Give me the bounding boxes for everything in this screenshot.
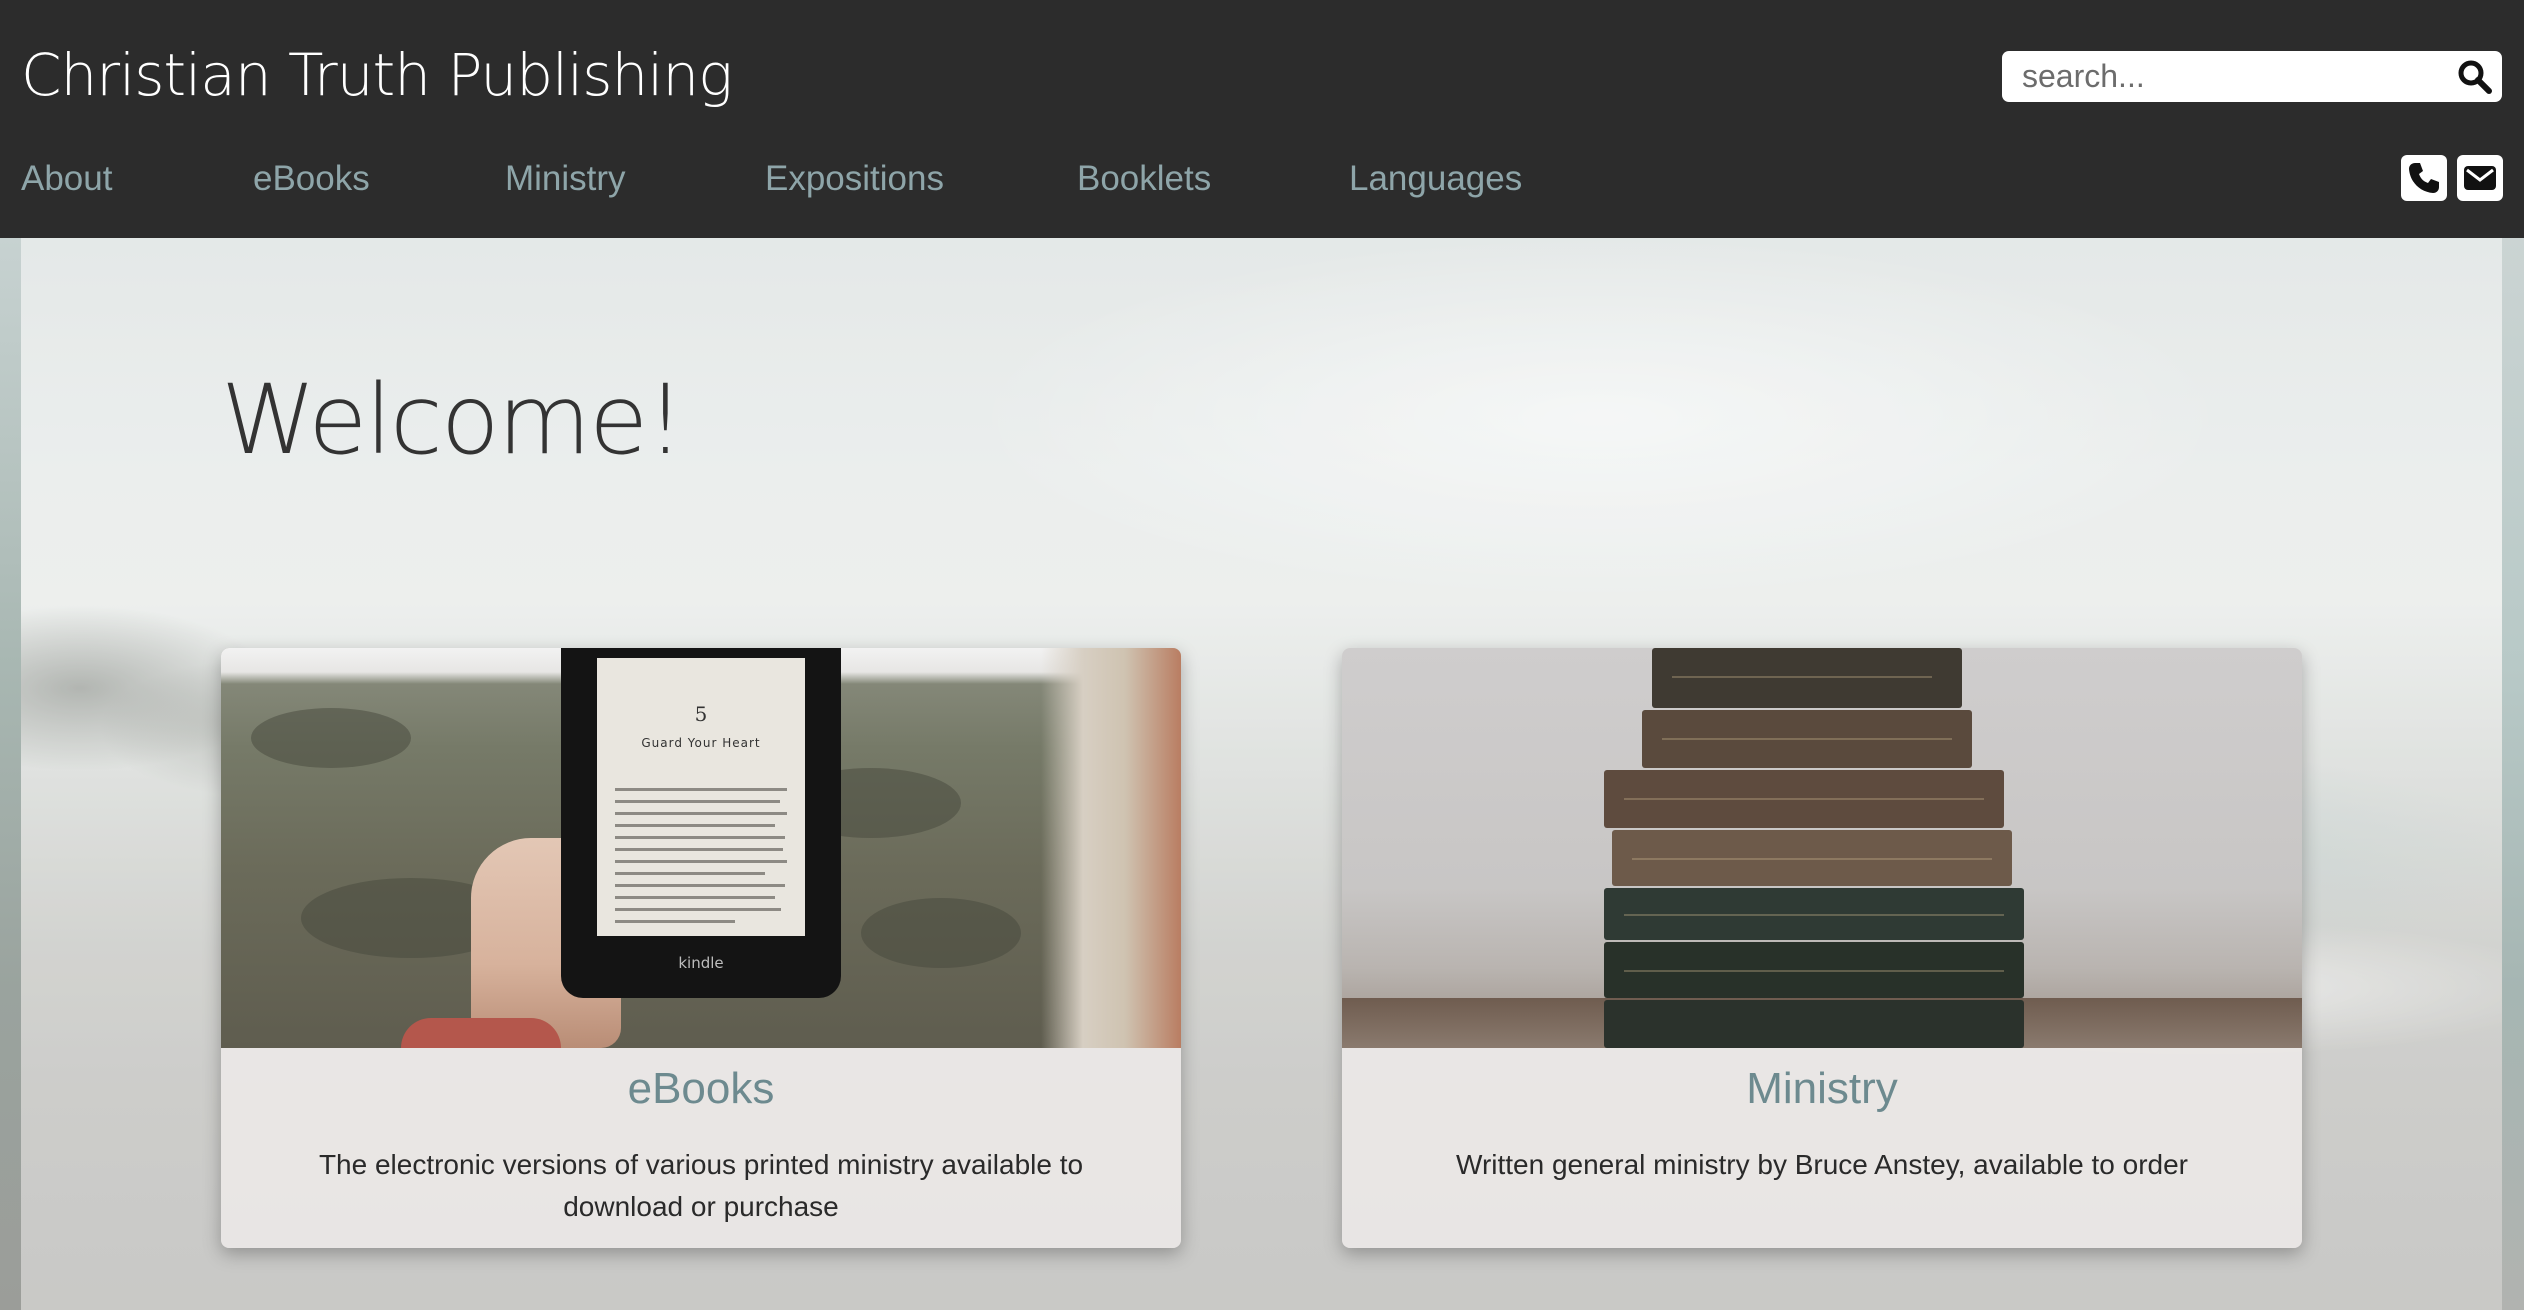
spine-line <box>1624 970 2004 972</box>
text-line <box>615 884 785 887</box>
hero-side-strip-right <box>2502 238 2524 1310</box>
nav-item-expositions[interactable]: Expositions <box>765 148 944 210</box>
ebooks-card-body: eBooks The electronic versions of variou… <box>221 1048 1181 1248</box>
spine-line <box>1624 798 1984 800</box>
hero-side-strip-left <box>0 238 21 1310</box>
ground-patch <box>861 898 1021 968</box>
spine-line <box>1672 676 1932 678</box>
search-icon[interactable] <box>2456 58 2494 96</box>
card-ministry[interactable]: Ministry Written general ministry by Bru… <box>1342 648 2302 1248</box>
text-line <box>615 824 775 827</box>
ministry-card-image <box>1342 648 2302 1048</box>
spine-line <box>1632 858 1992 860</box>
text-line <box>615 920 735 923</box>
text-line <box>615 872 765 875</box>
spine-line <box>1624 914 2004 916</box>
book <box>1652 648 1962 708</box>
kindle-device: 5 Guard Your Heart kindle <box>561 648 841 998</box>
nav-item-languages[interactable]: Languages <box>1349 148 1522 210</box>
text-line <box>615 788 787 791</box>
tent-fabric <box>1041 648 1181 1048</box>
text-line <box>615 896 775 899</box>
search-input[interactable] <box>2020 51 2440 102</box>
site-header: Christian Truth Publishing About eBooks … <box>0 0 2524 238</box>
text-line <box>615 860 787 863</box>
main-nav: About eBooks Ministry Expositions Bookle… <box>0 148 1700 210</box>
book <box>1604 1000 2024 1048</box>
envelope-icon[interactable] <box>2457 155 2503 201</box>
text-line <box>615 836 785 839</box>
phone-icon[interactable] <box>2401 155 2447 201</box>
card-description: Written general ministry by Bruce Anstey… <box>1456 1149 2188 1180</box>
sleeve-image <box>401 1018 561 1048</box>
ministry-card-body: Ministry Written general ministry by Bru… <box>1342 1048 2302 1248</box>
kindle-brand: kindle <box>678 954 724 972</box>
nav-item-about[interactable]: About <box>21 148 112 210</box>
search-box <box>2002 51 2502 102</box>
ground-patch <box>251 708 411 768</box>
card-title[interactable]: Ministry <box>1342 1062 2302 1116</box>
card-description: The electronic versions of various print… <box>318 1149 1084 1222</box>
welcome-heading: Welcome! <box>221 364 685 476</box>
text-line <box>615 908 781 911</box>
kindle-screen: 5 Guard Your Heart <box>597 658 805 936</box>
kindle-chapter-title: Guard Your Heart <box>641 736 761 750</box>
nav-item-ebooks[interactable]: eBooks <box>253 148 370 210</box>
ebooks-card-image: 5 Guard Your Heart kindle <box>221 648 1181 1048</box>
text-line <box>615 800 780 803</box>
site-title[interactable]: Christian Truth Publishing <box>21 34 733 116</box>
text-line <box>615 812 787 815</box>
spine-line <box>1662 738 1952 740</box>
kindle-chapter-number: 5 <box>694 702 708 726</box>
text-line <box>615 848 783 851</box>
card-ebooks[interactable]: 5 Guard Your Heart kindle eBooks The ele… <box>221 648 1181 1248</box>
nav-item-ministry[interactable]: Ministry <box>505 148 626 210</box>
nav-item-booklets[interactable]: Booklets <box>1077 148 1211 210</box>
page: Christian Truth Publishing About eBooks … <box>0 0 2524 1310</box>
card-title[interactable]: eBooks <box>221 1062 1181 1116</box>
